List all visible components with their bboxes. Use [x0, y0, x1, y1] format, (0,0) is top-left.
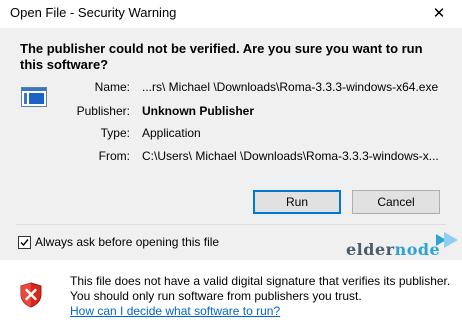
logo-arrows-icon: [436, 232, 458, 248]
detail-row-from: From: C:\Users\ Michael \Downloads\Roma-…: [60, 149, 460, 165]
close-button[interactable]: ✕: [428, 3, 450, 25]
main-panel: The publisher could not be verified. Are…: [0, 28, 462, 260]
detail-label: Publisher:: [76, 104, 130, 118]
detail-row-type: Type: Application: [60, 126, 460, 142]
title-bar: Open File - Security Warning ✕: [0, 0, 462, 28]
always-ask-label: Always ask before opening this file: [35, 235, 220, 249]
detail-label: From:: [98, 149, 130, 163]
detail-row-name: Name: ...rs\ Michael \Downloads\Roma-3.3…: [60, 80, 460, 96]
question-heading: The publisher could not be verified. Are…: [20, 41, 423, 72]
always-ask-checkbox[interactable]: [18, 236, 31, 249]
detail-value: C:\Users\ Michael \Downloads\Roma-3.3.3-…: [142, 149, 439, 163]
application-window-icon: [21, 87, 47, 107]
detail-label: Type:: [100, 126, 130, 140]
help-link[interactable]: How can I decide what software to run?: [70, 304, 280, 318]
window-title: Open File - Security Warning: [10, 5, 177, 20]
detail-value: ...rs\ Michael \Downloads\Roma-3.3.3-win…: [142, 80, 439, 94]
warning-panel: This file does not have a valid digital …: [0, 260, 462, 332]
close-icon: ✕: [432, 5, 446, 22]
detail-value: Unknown Publisher: [142, 104, 255, 118]
detail-label: Name:: [94, 80, 130, 94]
detail-value: Application: [142, 126, 201, 140]
checkmark-icon: [20, 239, 29, 247]
shield-error-icon: [20, 282, 42, 311]
cancel-button[interactable]: Cancel: [352, 190, 440, 214]
detail-row-publisher: Publisher: Unknown Publisher: [60, 104, 460, 120]
divider: [16, 224, 446, 225]
run-button[interactable]: Run: [253, 190, 341, 214]
warning-text: This file does not have a valid digital …: [70, 274, 451, 303]
